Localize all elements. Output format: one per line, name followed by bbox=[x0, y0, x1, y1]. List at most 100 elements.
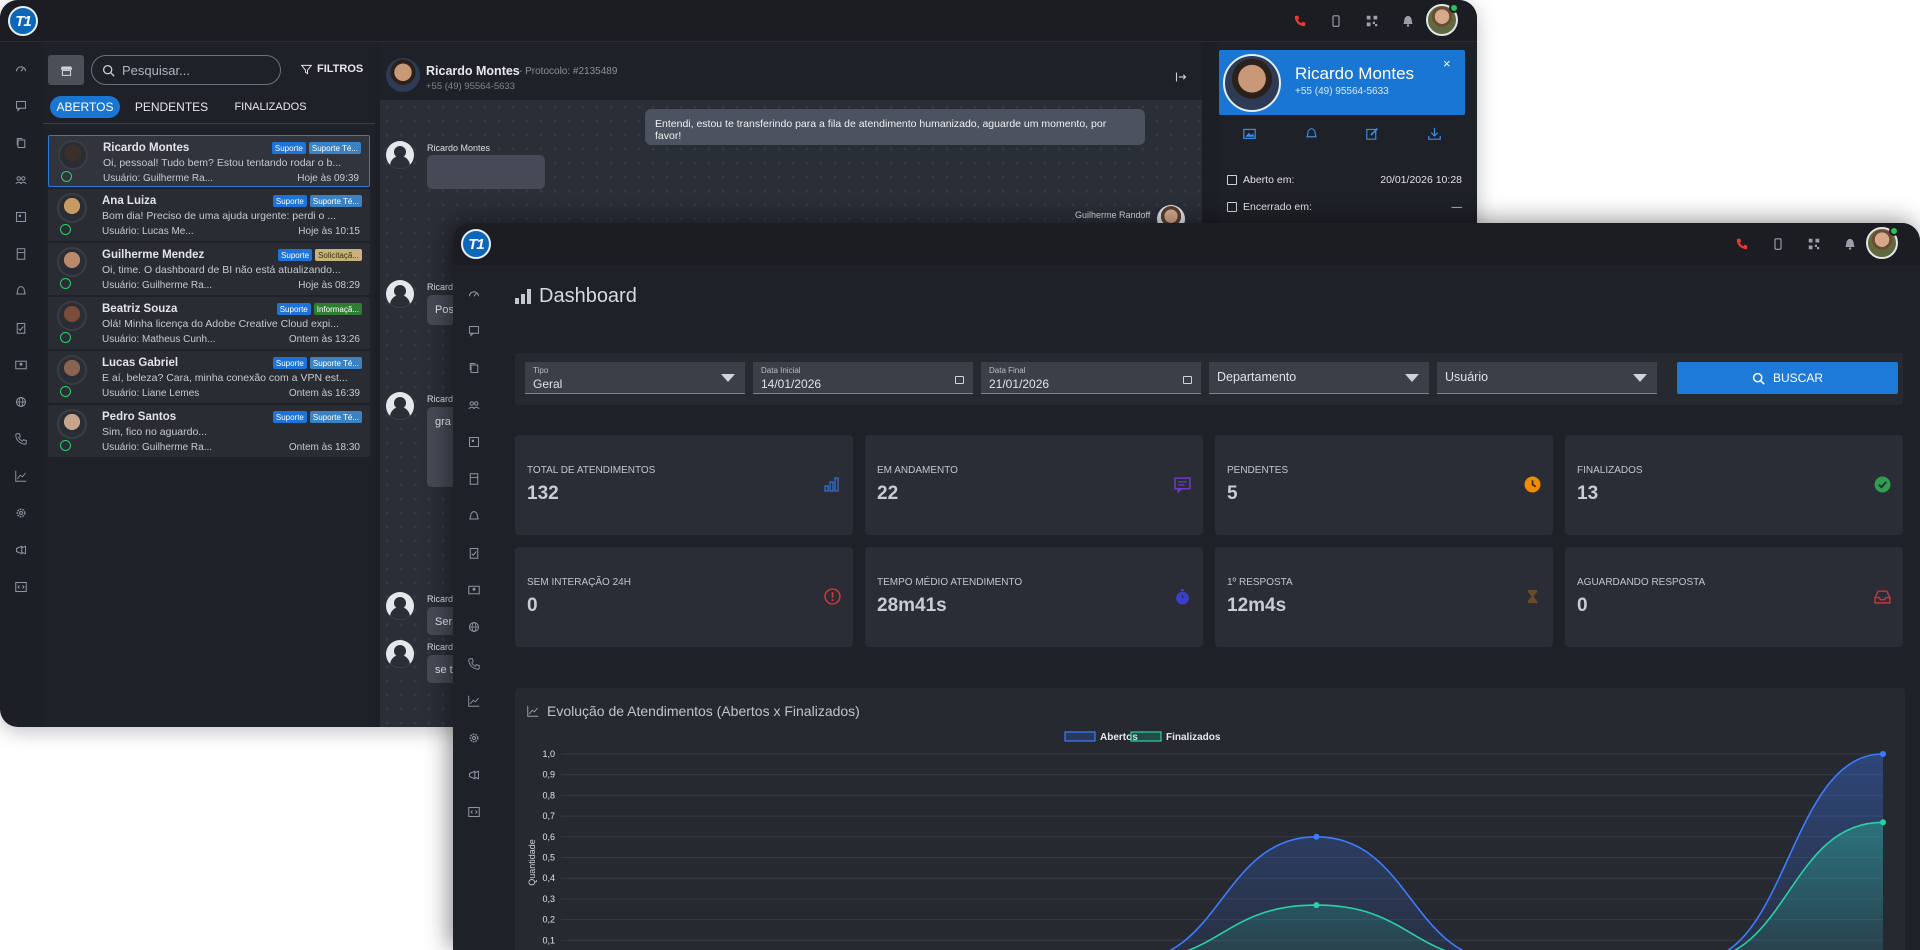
dropdown-arrow-icon bbox=[1405, 374, 1419, 382]
conversation-item[interactable]: Guilherme Mendez Suporte Solicitaçã... Oi, … bbox=[48, 243, 370, 295]
contact-card-icon[interactable] bbox=[453, 571, 495, 608]
bell-icon[interactable] bbox=[453, 497, 495, 534]
usuario-select[interactable]: Usuário bbox=[1437, 362, 1657, 394]
bell-icon[interactable] bbox=[1843, 237, 1857, 251]
departamento-select[interactable]: Departamento bbox=[1209, 362, 1429, 394]
tag-badge: Suporte Té... bbox=[309, 411, 362, 423]
tag-badge: Suporte Té... bbox=[309, 357, 362, 369]
gear-icon[interactable] bbox=[0, 494, 42, 531]
kpi-card: SEM INTERAÇÃO 24H 0 bbox=[515, 547, 853, 647]
avatar bbox=[57, 409, 87, 439]
building-icon[interactable] bbox=[0, 235, 42, 272]
store-icon[interactable] bbox=[453, 423, 495, 460]
tab-abertos[interactable]: ABERTOS bbox=[50, 96, 120, 118]
tab-finalizados[interactable]: FINALIZADOS bbox=[223, 96, 318, 118]
dashboard-icon[interactable] bbox=[453, 275, 495, 312]
chat-icon[interactable] bbox=[0, 87, 42, 124]
clipboard-icon[interactable] bbox=[0, 309, 42, 346]
kpi-value: 13 bbox=[1577, 483, 1599, 504]
outgoing-message: Entendi, estou te transferindo para a fi… bbox=[645, 109, 1145, 145]
contact-avatar[interactable] bbox=[386, 58, 420, 92]
contact-card-icon[interactable] bbox=[0, 346, 42, 383]
avatar bbox=[57, 355, 87, 385]
qr-code-icon[interactable] bbox=[1807, 237, 1821, 251]
data-final-field[interactable]: Data Final 21/01/2026 bbox=[981, 362, 1201, 394]
megaphone-icon[interactable] bbox=[0, 531, 42, 568]
search-field[interactable] bbox=[91, 55, 281, 85]
legend-swatch[interactable] bbox=[1064, 731, 1096, 742]
conversation-item[interactable]: Ricardo Montes Suporte Suporte Té... Oi, pe… bbox=[48, 135, 370, 187]
store-icon[interactable] bbox=[0, 198, 42, 235]
contact-name: Ricardo Montes bbox=[1295, 64, 1415, 83]
store-filter-button[interactable] bbox=[48, 55, 84, 85]
edit-icon[interactable] bbox=[1342, 119, 1404, 147]
data-point[interactable] bbox=[1313, 902, 1320, 909]
filter-bar: Tipo Geral Data Inicial 14/01/2026 Data … bbox=[515, 353, 1903, 405]
phone-icon[interactable] bbox=[1735, 237, 1749, 251]
users-icon[interactable] bbox=[0, 161, 42, 198]
exit-chat-icon[interactable] bbox=[1175, 71, 1187, 86]
globe-icon[interactable] bbox=[0, 383, 42, 420]
tipo-select[interactable]: Tipo Geral bbox=[525, 362, 745, 394]
avatar bbox=[57, 301, 87, 331]
chart-line-icon[interactable] bbox=[0, 457, 42, 494]
data-point[interactable] bbox=[1880, 819, 1886, 826]
dashboard-icon[interactable] bbox=[0, 50, 42, 87]
bell-icon[interactable] bbox=[1401, 14, 1415, 28]
search-input[interactable] bbox=[122, 62, 262, 78]
conversation-item[interactable]: Pedro Santos Suporte Suporte Té... Sim, fic… bbox=[48, 405, 370, 457]
usuario-value: Usuário bbox=[1445, 370, 1489, 384]
mobile-icon[interactable] bbox=[1771, 237, 1785, 251]
calendar-icon[interactable] bbox=[955, 376, 964, 384]
code-icon[interactable] bbox=[453, 793, 495, 830]
legend-swatch[interactable] bbox=[1130, 731, 1162, 742]
hourglass-icon bbox=[1523, 587, 1541, 605]
copy-icon[interactable] bbox=[453, 349, 495, 386]
kpi-value: 22 bbox=[877, 483, 899, 504]
mobile-icon[interactable] bbox=[1329, 14, 1343, 28]
conversation-item[interactable]: Ana Luiza Suporte Suporte Té... Bom dia! Pr… bbox=[48, 189, 370, 241]
kpi-card: 1º RESPOSTA 12m4s bbox=[1215, 547, 1553, 647]
dashboard-window: T1 Dashboard Tipo Geral Data Inicial 14/… bbox=[453, 223, 1920, 950]
image-icon[interactable] bbox=[1219, 119, 1281, 147]
building-icon[interactable] bbox=[453, 460, 495, 497]
download-icon[interactable] bbox=[1404, 119, 1466, 147]
user-avatar[interactable] bbox=[1866, 226, 1899, 259]
clipboard-icon[interactable] bbox=[453, 534, 495, 571]
chat-icon[interactable] bbox=[453, 312, 495, 349]
copy-icon[interactable] bbox=[0, 124, 42, 161]
data-point[interactable] bbox=[1880, 751, 1886, 757]
gear-icon[interactable] bbox=[453, 719, 495, 756]
users-icon[interactable] bbox=[453, 386, 495, 423]
conversation-item[interactable]: Lucas Gabriel Suporte Suporte Té... E aí, b… bbox=[48, 351, 370, 403]
chart-line-icon[interactable] bbox=[453, 682, 495, 719]
bell-icon[interactable] bbox=[0, 272, 42, 309]
filters-button[interactable]: FILTROS bbox=[301, 63, 363, 75]
close-icon[interactable]: × bbox=[1443, 56, 1451, 71]
bell-icon[interactable] bbox=[1281, 119, 1343, 147]
buscar-button[interactable]: BUSCAR bbox=[1677, 362, 1898, 394]
qr-code-icon[interactable] bbox=[1365, 14, 1379, 28]
globe-icon[interactable] bbox=[453, 608, 495, 645]
side-navigation bbox=[0, 50, 42, 605]
code-icon[interactable] bbox=[0, 568, 42, 605]
megaphone-icon[interactable] bbox=[453, 756, 495, 793]
conversation-preview: Olá! Minha licença do Adobe Creative Clo… bbox=[102, 318, 339, 330]
tag-badge: Solicitaçã... bbox=[315, 249, 362, 261]
data-point[interactable] bbox=[1313, 833, 1320, 840]
conversation-time: Ontem às 13:26 bbox=[288, 334, 360, 345]
phone-icon[interactable] bbox=[453, 645, 495, 682]
conversation-user: Usuário: Guilherme Ra... bbox=[102, 280, 213, 291]
user-avatar[interactable] bbox=[1426, 3, 1459, 36]
app-logo[interactable]: T1 bbox=[461, 229, 491, 259]
tab-pendentes[interactable]: PENDENTES bbox=[133, 96, 210, 118]
conversation-item[interactable]: Beatriz Souza Suporte Informaçã... Olá! Min… bbox=[48, 297, 370, 349]
phone-icon[interactable] bbox=[1293, 14, 1307, 28]
data-inicial-field[interactable]: Data Inicial 14/01/2026 bbox=[753, 362, 973, 394]
phone-icon[interactable] bbox=[0, 420, 42, 457]
calendar-icon[interactable] bbox=[1183, 376, 1192, 384]
app-logo[interactable]: T1 bbox=[8, 6, 38, 36]
data-inicial-value: 14/01/2026 bbox=[761, 377, 822, 391]
tag-badge: Informaçã... bbox=[313, 303, 362, 315]
y-tick-label: 0,2 bbox=[542, 915, 555, 925]
